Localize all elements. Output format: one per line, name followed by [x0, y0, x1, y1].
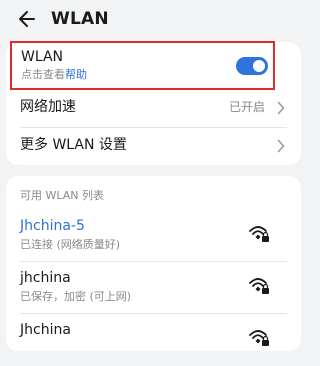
network-name: Jhchina [20, 322, 71, 338]
top-bar: WLAN [0, 0, 307, 38]
wlan-help-hint: 点击查看帮助 [21, 68, 87, 82]
page-title: WLAN [51, 9, 109, 29]
wlan-label: WLAN [21, 49, 64, 65]
wlan-hint-prefix: 点击查看 [21, 68, 65, 81]
network-item[interactable]: Jhchina-5 已连接 (网络质量好) [6, 210, 301, 262]
toggle-knob [253, 60, 265, 72]
network-item[interactable]: Jhchina [6, 314, 301, 366]
help-link[interactable]: 帮助 [65, 68, 87, 81]
chevron-right-icon [277, 101, 285, 115]
back-arrow-icon[interactable] [17, 9, 37, 29]
network-boost-row[interactable]: 网络加速 已开启 [6, 89, 301, 127]
network-boost-status: 已开启 [228, 100, 265, 114]
more-wlan-settings-row[interactable]: 更多 WLAN 设置 [6, 127, 301, 165]
chevron-right-icon [277, 139, 285, 153]
network-name: jhchina [20, 270, 71, 286]
more-wlan-settings-label: 更多 WLAN 设置 [20, 137, 127, 153]
wifi-lock-icon [249, 330, 269, 346]
available-networks-title: 可用 WLAN 列表 [20, 189, 105, 202]
network-name: Jhchina-5 [20, 218, 85, 234]
wlan-toggle-switch[interactable] [236, 57, 268, 75]
network-status: 已连接 (网络质量好) [20, 238, 121, 251]
network-boost-label: 网络加速 [20, 99, 76, 115]
wifi-lock-icon [249, 226, 269, 242]
network-item[interactable]: jhchina 已保存，加密 (可上网) [6, 262, 301, 314]
wifi-lock-icon [249, 278, 269, 294]
network-status: 已保存，加密 (可上网) [20, 290, 132, 303]
